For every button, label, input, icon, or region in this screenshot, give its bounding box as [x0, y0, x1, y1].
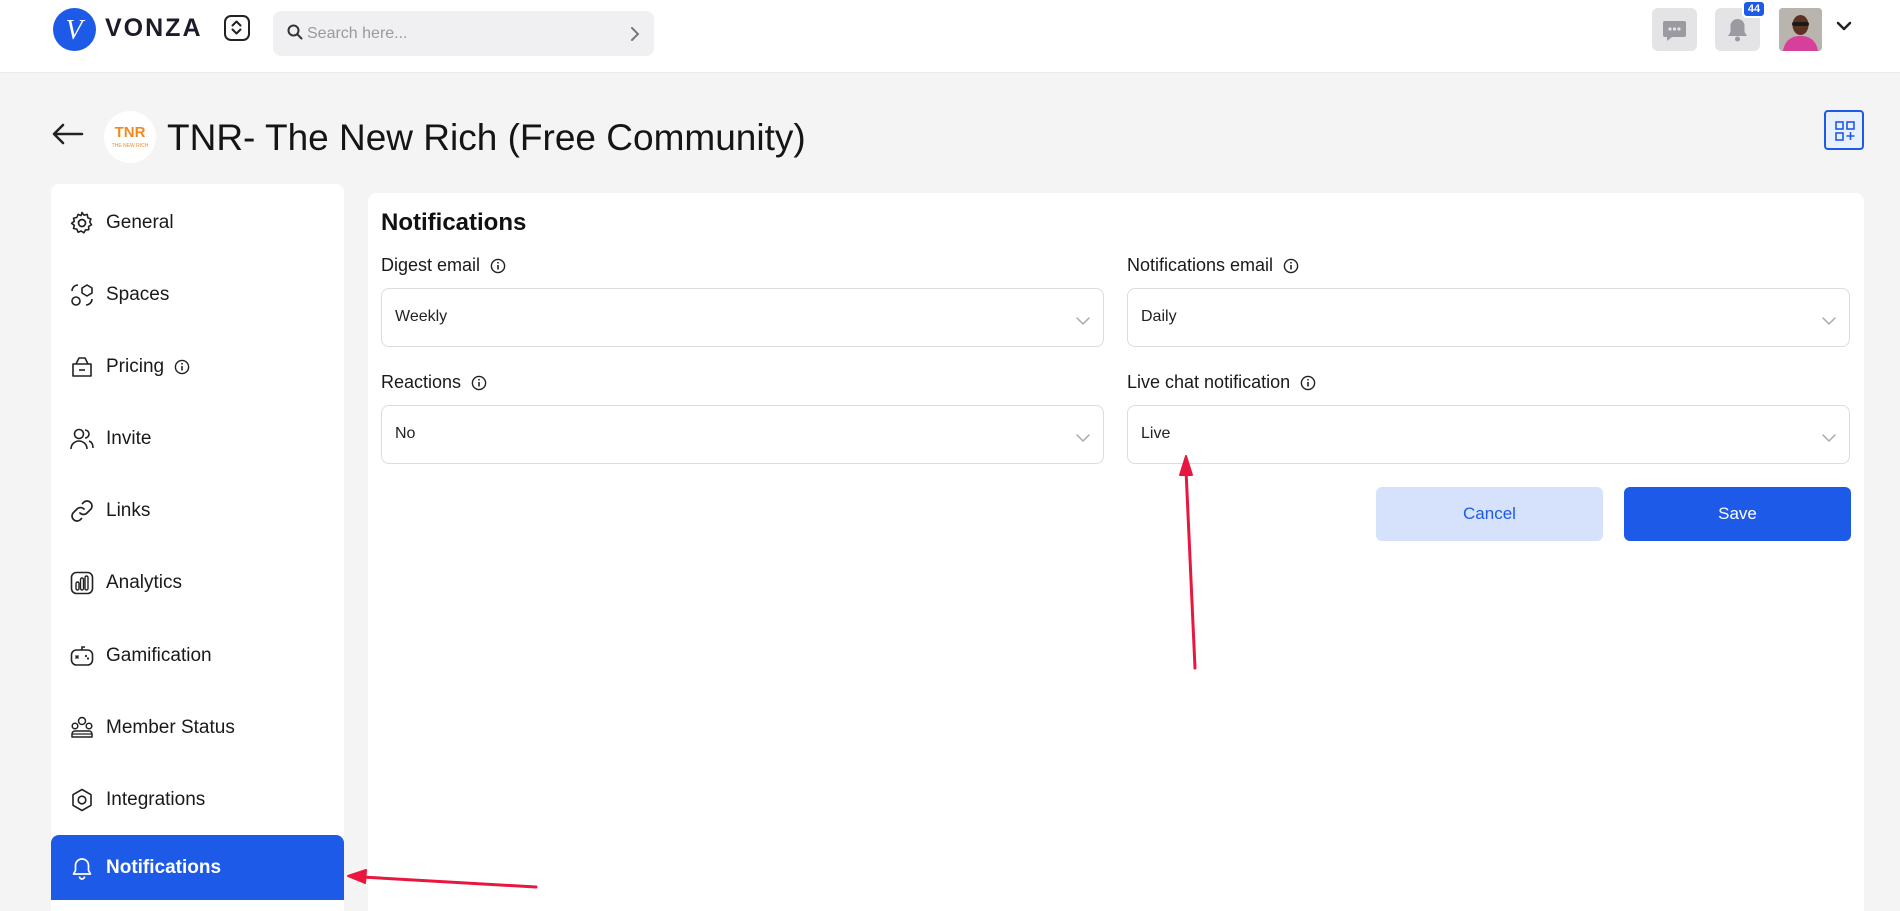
reactions-select[interactable]: No	[381, 405, 1104, 464]
live-chat-notification-select[interactable]: Live	[1127, 405, 1850, 464]
chevron-down-icon	[1075, 313, 1091, 331]
sidebar-item-pricing[interactable]: Pricing	[51, 340, 344, 394]
settings-sidebar: General Spaces Pricing Invite Links Anal…	[51, 184, 344, 911]
notifications-email-select[interactable]: Daily	[1127, 288, 1850, 347]
select-value: Daily	[1141, 308, 1177, 325]
layout-toggle-button[interactable]	[1824, 110, 1864, 150]
member-status-icon	[68, 714, 96, 742]
info-icon[interactable]	[1300, 375, 1316, 391]
bell-icon	[1715, 19, 1760, 55]
sidebar-item-member-status[interactable]: Member Status	[51, 701, 344, 755]
sidebar-item-invite[interactable]: Invite	[51, 412, 344, 466]
digest-email-label: Digest email	[381, 255, 506, 276]
info-icon[interactable]	[1283, 258, 1299, 274]
back-arrow-icon[interactable]	[52, 123, 84, 150]
field-label-text: Notifications email	[1127, 255, 1274, 275]
pricing-icon	[68, 353, 96, 381]
switch-community-icon[interactable]	[224, 15, 250, 41]
select-value: Live	[1141, 425, 1171, 442]
sidebar-item-notifications[interactable]: Notifications	[51, 835, 344, 900]
info-icon[interactable]	[490, 258, 506, 274]
svg-text:TNR: TNR	[115, 124, 146, 141]
reactions-label: Reactions	[381, 372, 487, 393]
sidebar-item-integrations[interactable]: Integrations	[51, 773, 344, 827]
integrations-icon	[68, 786, 96, 814]
sidebar-item-gamification[interactable]: Gamification	[51, 629, 344, 683]
panel-title: Notifications	[381, 209, 527, 236]
notifications-email-label: Notifications email	[1127, 255, 1299, 276]
spaces-icon	[68, 281, 96, 309]
info-icon[interactable]	[174, 359, 190, 375]
sidebar-item-label: General	[106, 212, 174, 233]
bell-icon	[68, 854, 96, 882]
chat-button[interactable]	[1652, 8, 1697, 51]
sidebar-item-label: Invite	[106, 428, 152, 449]
field-label-text: Reactions	[381, 372, 462, 392]
sidebar-item-analytics[interactable]: Analytics	[51, 556, 344, 610]
select-value: No	[395, 425, 416, 442]
svg-text:V: V	[65, 15, 85, 46]
grid-add-icon	[1835, 121, 1855, 141]
sidebar-item-label: Analytics	[106, 572, 183, 593]
sidebar-item-spaces[interactable]: Spaces	[51, 268, 344, 322]
gamepad-icon	[68, 642, 96, 670]
link-icon	[68, 497, 96, 525]
chevron-down-icon[interactable]	[1836, 18, 1852, 36]
cancel-button[interactable]: Cancel	[1376, 487, 1603, 541]
app-name[interactable]: VONZA	[105, 14, 203, 43]
sidebar-item-label: Links	[106, 500, 151, 521]
sidebar-item-label: Notifications	[106, 856, 222, 878]
search-icon	[287, 24, 303, 45]
svg-text:THE NEW RICH: THE NEW RICH	[112, 143, 149, 149]
info-icon[interactable]	[471, 375, 487, 391]
sidebar-item-label: Member Status	[106, 717, 235, 738]
sidebar-item-label: Pricing	[106, 356, 165, 377]
notification-count-badge: 44	[1742, 0, 1766, 18]
search-bar[interactable]	[273, 11, 654, 56]
chat-icon	[1652, 21, 1697, 55]
chevron-right-icon[interactable]	[630, 26, 640, 47]
top-bar: V VONZA 44	[0, 0, 1900, 73]
avatar[interactable]	[1779, 8, 1822, 51]
select-value: Weekly	[395, 308, 448, 325]
analytics-icon	[68, 569, 96, 597]
chevron-down-icon	[1075, 430, 1091, 448]
vonza-logo-icon[interactable]: V	[53, 8, 96, 51]
sidebar-item-label: Spaces	[106, 284, 170, 305]
sidebar-item-label: Integrations	[106, 789, 206, 810]
search-input[interactable]	[307, 11, 617, 56]
notifications-panel: Notifications Digest email Weekly Notifi…	[368, 193, 1864, 911]
live-chat-notification-label: Live chat notification	[1127, 372, 1316, 393]
field-label-text: Digest email	[381, 255, 481, 275]
sidebar-item-label: Gamification	[106, 645, 212, 666]
save-button[interactable]: Save	[1624, 487, 1851, 541]
sidebar-item-links[interactable]: Links	[51, 484, 344, 538]
sidebar-item-general[interactable]: General	[51, 196, 344, 250]
gear-icon	[68, 209, 96, 237]
chevron-down-icon	[1821, 430, 1837, 448]
community-logo: TNR THE NEW RICH	[104, 111, 156, 163]
users-icon	[68, 425, 96, 453]
chevron-down-icon	[1821, 313, 1837, 331]
field-label-text: Live chat notification	[1127, 372, 1291, 392]
page-title: TNR- The New Rich (Free Community)	[167, 117, 806, 158]
digest-email-select[interactable]: Weekly	[381, 288, 1104, 347]
